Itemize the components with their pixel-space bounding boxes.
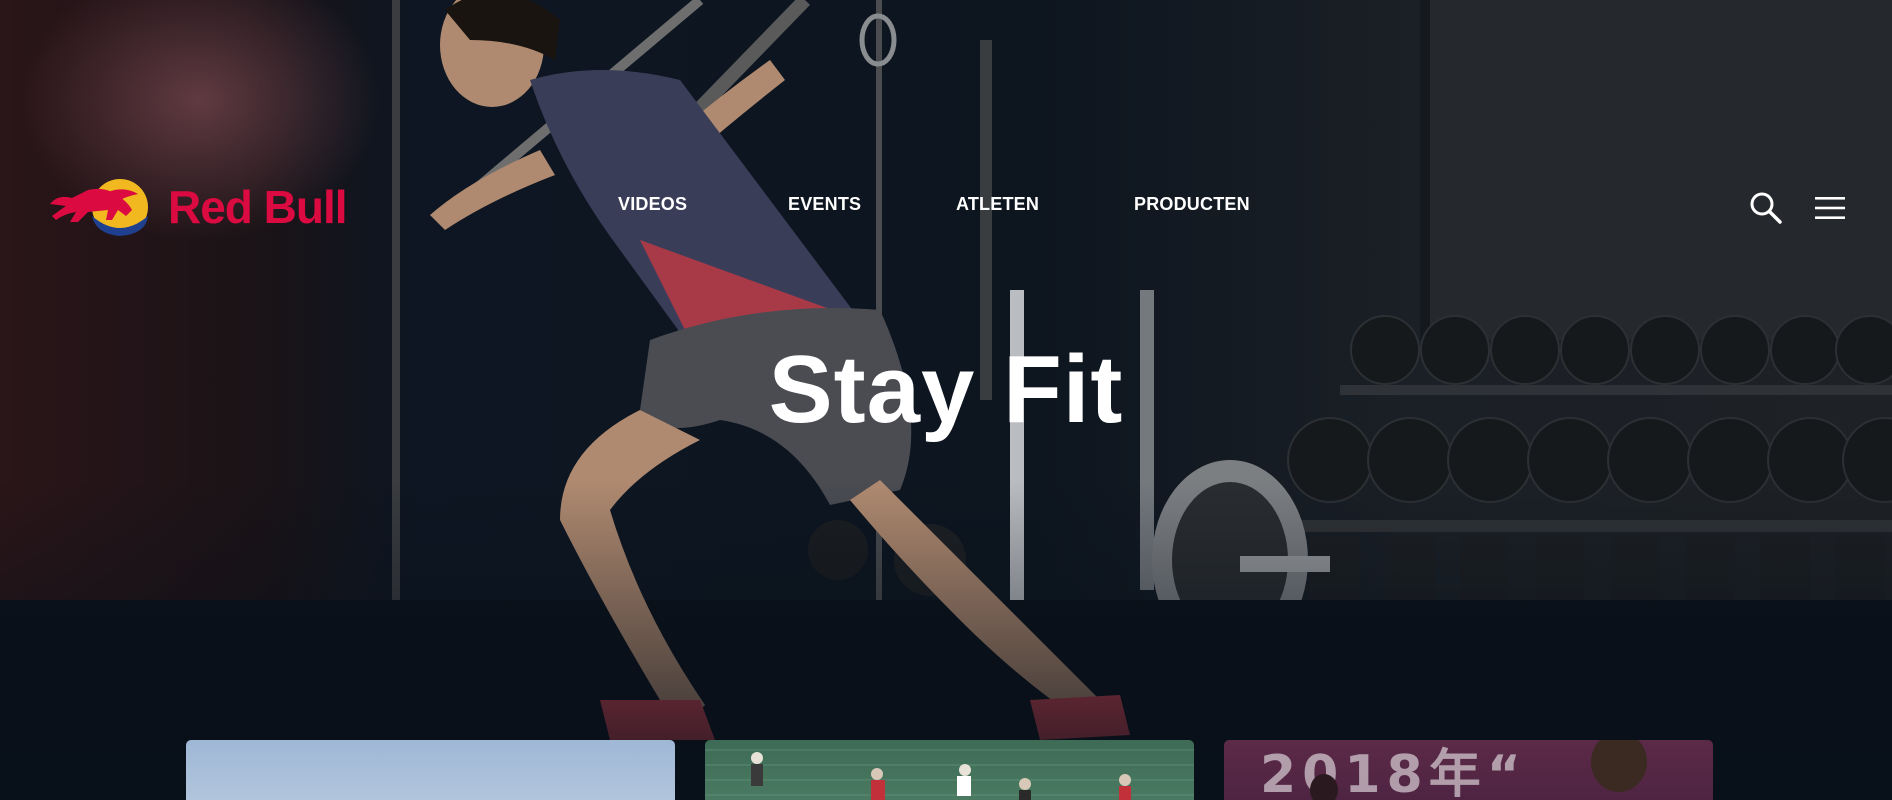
hero-title: Stay Fit [768,336,1124,443]
red-bull-emblem-icon [50,179,148,236]
content-card[interactable] [186,740,675,800]
nav-item-events[interactable]: EVENTS [788,194,861,215]
nav-item-videos[interactable]: VIDEOS [618,194,687,215]
content-card[interactable] [705,740,1194,800]
red-bull-logo[interactable]: Red Bull [48,172,348,242]
card-image [1310,740,1647,800]
hero-section: Red Bull VIDEOS EVENTS ATLETEN PRODUCTEN [0,0,1892,800]
site-header: Red Bull VIDEOS EVENTS ATLETEN PRODUCTEN [0,0,1892,236]
content-card[interactable]: 2018年“ [1224,740,1713,800]
menu-button[interactable] [1810,188,1850,228]
search-button[interactable] [1746,188,1786,228]
hamburger-menu-icon [1815,197,1845,219]
brand-name: Red Bull [168,181,348,233]
search-icon [1750,192,1782,224]
card-image [705,749,1194,800]
nav-item-atleten[interactable]: ATLETEN [956,194,1039,215]
nav-item-producten[interactable]: PRODUCTEN [1134,194,1250,215]
